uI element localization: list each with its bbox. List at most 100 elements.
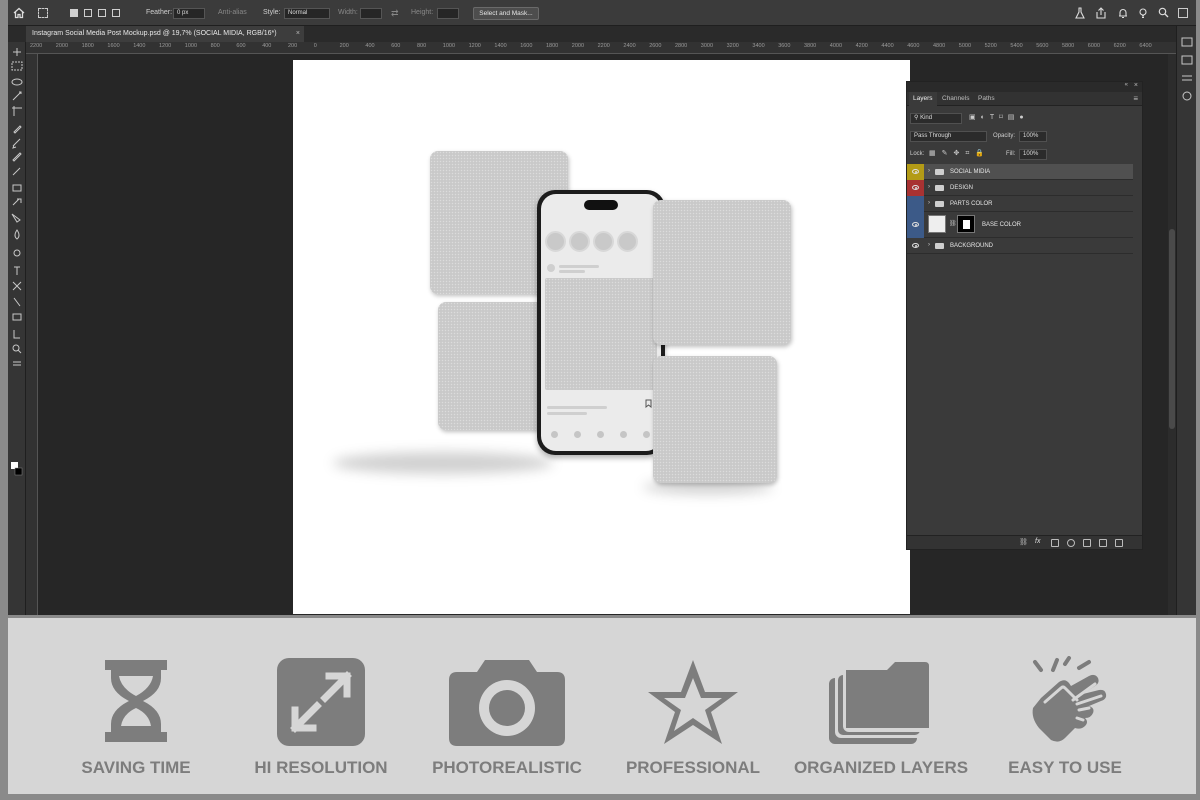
feature-strip: SAVING TIME HI RESOLUTION PHOTOREALISTIC… [8, 618, 1196, 794]
subtract-selection-icon[interactable] [98, 9, 106, 17]
panel-icons[interactable] [1177, 26, 1196, 106]
tab-paths[interactable]: Paths [974, 92, 999, 106]
document-canvas[interactable] [293, 60, 910, 614]
bell-icon[interactable] [1118, 7, 1128, 19]
close-tab-icon[interactable]: × [296, 26, 300, 42]
close-panel-icon[interactable]: × [1134, 82, 1138, 89]
kind-filter-select[interactable]: ⚲ Kind [910, 113, 962, 124]
layer-row-design[interactable]: › DESIGN [907, 180, 1133, 196]
lightbulb-icon[interactable] [1138, 7, 1148, 19]
layer-row-social-midia[interactable]: › SOCIAL MIDIA [907, 164, 1133, 180]
height-label: Height: [411, 9, 434, 16]
ruler-tick-label: 600 [236, 43, 246, 49]
feather-input[interactable]: 0 px [173, 8, 205, 19]
scroll-thumb[interactable] [1169, 229, 1175, 429]
panel-menu-icon[interactable]: ≡ [1133, 94, 1138, 103]
new-selection-icon[interactable] [70, 9, 78, 17]
layer-row-parts-color[interactable]: › PARTS COLOR [907, 196, 1133, 212]
post-tile [653, 356, 777, 483]
visibility-toggle[interactable] [907, 196, 924, 212]
feature-label: ORGANIZED LAYERS [793, 758, 969, 777]
expand-chevron-icon[interactable]: › [928, 242, 930, 248]
visibility-eye-icon[interactable] [907, 164, 924, 180]
ruler-tick-label: 3400 [752, 43, 765, 49]
top-ruler: 2200 2000 1800 1600 1400 1200 1000 800 600 400 200… [26, 42, 1176, 54]
ruler-tick-label: 5400 [1010, 43, 1023, 49]
ruler-tick-label: 1000 [184, 43, 198, 49]
fx-icon[interactable]: fx [1035, 538, 1043, 546]
fill-input[interactable]: 100% [1019, 149, 1047, 160]
tab-layers[interactable]: Layers [909, 92, 937, 106]
collapse-panel-icon[interactable]: « [1125, 82, 1128, 88]
mockup-shadow [333, 452, 553, 474]
ruler-tick-label: 2000 [571, 43, 585, 49]
ruler-tick-label: 5000 [958, 43, 972, 49]
expand-chevron-icon[interactable]: › [928, 200, 930, 206]
folder-icon [935, 201, 944, 207]
nav-dot [620, 431, 627, 438]
add-selection-icon[interactable] [84, 9, 92, 17]
style-select[interactable]: Normal [284, 8, 330, 19]
adjustment-layer-icon[interactable] [1067, 539, 1075, 547]
visibility-eye-icon[interactable] [907, 238, 924, 254]
tools-icons[interactable] [8, 42, 26, 542]
ruler-tick-label: 2200 [597, 43, 610, 49]
vertical-scrollbar[interactable] [1168, 54, 1176, 615]
select-and-mask-button[interactable]: Select and Mask... [473, 7, 539, 20]
bookmark-icon [645, 395, 652, 413]
lock-icons[interactable]: ▦✎✥⌗🔒 [929, 149, 990, 158]
width-input[interactable] [360, 8, 382, 19]
add-mask-icon[interactable] [1051, 539, 1059, 547]
new-group-icon[interactable] [1083, 539, 1091, 547]
layer-row-background[interactable]: › BACKGROUND [907, 238, 1133, 254]
share-icon[interactable] [1096, 7, 1106, 19]
profile-line [547, 264, 555, 272]
swap-dimensions-icon[interactable]: ⇄ [391, 8, 399, 19]
document-tab[interactable]: Instagram Social Media Post Mockup.psd @… [26, 26, 304, 42]
ruler-tick-label: 4400 [881, 43, 894, 49]
link-layers-icon[interactable]: ⛓ [1019, 538, 1028, 546]
caption-line [547, 412, 587, 415]
visibility-eye-icon[interactable] [907, 180, 924, 196]
fill-label: Fill: [1006, 151, 1016, 157]
marquee-tool-preset-icon[interactable] [38, 8, 48, 18]
story-circle [569, 231, 590, 252]
flask-icon[interactable] [1075, 7, 1085, 19]
panel-header: « × [907, 82, 1142, 92]
opacity-input[interactable]: 100% [1019, 131, 1047, 142]
workspace-icon[interactable] [1178, 8, 1188, 18]
ruler-tick-label: 800 [210, 43, 220, 49]
search-icon[interactable] [1158, 7, 1169, 18]
antialias-checkbox[interactable]: Anti-alias [218, 0, 247, 26]
ruler-tick-label: 1400 [133, 43, 146, 49]
trash-icon[interactable] [1115, 539, 1123, 547]
lock-label: Lock: [910, 151, 925, 157]
tab-channels[interactable]: Channels [938, 92, 973, 106]
blend-mode-select[interactable]: Pass Through [910, 131, 987, 142]
feature-label: PROFESSIONAL [625, 758, 761, 777]
nav-dot [574, 431, 581, 438]
expand-chevron-icon[interactable]: › [928, 184, 930, 190]
new-layer-icon[interactable] [1099, 539, 1107, 547]
ruler-tick-label: 1600 [107, 43, 120, 49]
expand-chevron-icon[interactable]: › [928, 168, 930, 174]
document-tab-bar: Instagram Social Media Post Mockup.psd @… [8, 26, 1196, 42]
height-input[interactable] [437, 8, 459, 19]
ruler-tick-label: 4000 [829, 43, 843, 49]
layer-row-base-color[interactable]: ⛓ BASE COLOR [907, 212, 1133, 238]
ruler-tick-label: 1000 [442, 43, 456, 49]
intersect-selection-icon[interactable] [112, 9, 120, 17]
home-icon[interactable] [13, 7, 25, 19]
layer-name: BACKGROUND [950, 243, 994, 249]
post-tile [653, 200, 791, 345]
visibility-eye-icon[interactable] [907, 212, 924, 238]
ruler-tick-label: 4800 [933, 43, 946, 49]
ruler-tick-label: 1600 [520, 43, 533, 49]
story-circle [545, 231, 566, 252]
expand-arrows-icon [277, 658, 365, 746]
story-circle [617, 231, 638, 252]
ruler-tick-label: 2400 [623, 43, 636, 49]
filter-icons[interactable]: ▣◐T⌑▤● [969, 113, 1029, 121]
ruler-tick-label: 1400 [494, 43, 507, 49]
feature-organized-layers: ORGANIZED LAYERS [786, 650, 976, 780]
